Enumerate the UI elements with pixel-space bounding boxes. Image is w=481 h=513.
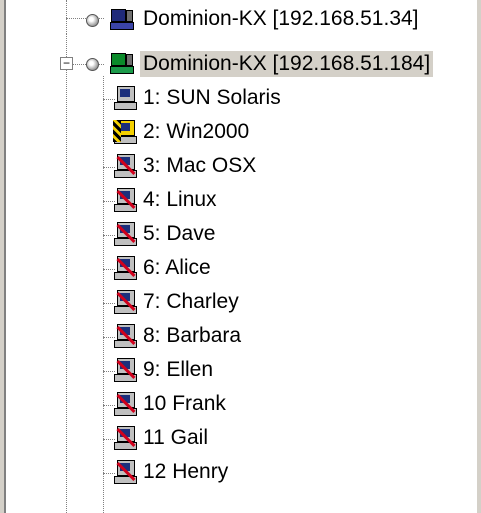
port-label[interactable]: 4: Linux	[140, 187, 220, 213]
port-label[interactable]: 1: SUN Solaris	[140, 85, 284, 111]
tree-node-port[interactable]: 10 Frank	[0, 387, 470, 421]
connection-node-icon	[86, 58, 99, 71]
tree-node-port[interactable]: 6: Alice	[0, 251, 470, 285]
device-label[interactable]: Dominion-KX [192.168.51.34]	[140, 6, 422, 32]
tree-node-port[interactable]: 7: Charley	[0, 285, 470, 319]
port-label[interactable]: 10 Frank	[140, 391, 229, 417]
tree-node-port[interactable]: 5: Dave	[0, 217, 470, 251]
computer-busy-icon	[113, 120, 137, 144]
port-label[interactable]: 6: Alice	[140, 255, 214, 281]
tree-node-port[interactable]: 1: SUN Solaris	[0, 81, 470, 115]
device-tree: Dominion-KX [192.168.51.34] − Dominion-K…	[0, 0, 481, 513]
computer-disconnected-icon	[113, 256, 137, 280]
tree-node-port[interactable]: 2: Win2000	[0, 115, 470, 149]
computer-disconnected-icon	[113, 426, 137, 450]
tree-node-device[interactable]: − Dominion-KX [192.168.51.184]	[0, 47, 470, 81]
computer-icon	[113, 86, 137, 110]
tree-node-port[interactable]: 11 Gail	[0, 421, 470, 455]
computer-disconnected-icon	[113, 154, 137, 178]
computer-disconnected-icon	[113, 324, 137, 348]
port-label[interactable]: 11 Gail	[140, 425, 211, 451]
tree-node-port[interactable]: 3: Mac OSX	[0, 149, 470, 183]
tree-node-device[interactable]: Dominion-KX [192.168.51.34]	[0, 2, 470, 36]
tree-node-port[interactable]: 12 Henry	[0, 455, 470, 489]
computer-disconnected-icon	[113, 222, 137, 246]
port-label[interactable]: 7: Charley	[140, 289, 242, 315]
computer-disconnected-icon	[113, 358, 137, 382]
tree-node-port[interactable]: 9: Ellen	[0, 353, 470, 387]
port-label[interactable]: 5: Dave	[140, 221, 218, 247]
port-label[interactable]: 8: Barbara	[140, 323, 244, 349]
connection-node-icon	[86, 14, 99, 27]
port-label[interactable]: 12 Henry	[140, 459, 231, 485]
computer-disconnected-icon	[113, 290, 137, 314]
computer-disconnected-icon	[113, 392, 137, 416]
computer-disconnected-icon	[113, 188, 137, 212]
port-label[interactable]: 9: Ellen	[140, 357, 216, 383]
dominion-device-icon	[110, 8, 134, 30]
tree-node-port[interactable]: 8: Barbara	[0, 319, 470, 353]
dominion-device-icon-active	[110, 52, 134, 74]
device-label[interactable]: Dominion-KX [192.168.51.184]	[140, 51, 434, 77]
tree-node-port[interactable]: 4: Linux	[0, 183, 470, 217]
port-label[interactable]: 3: Mac OSX	[140, 153, 259, 179]
port-label[interactable]: 2: Win2000	[140, 119, 252, 145]
collapse-toggle[interactable]: −	[60, 57, 73, 70]
computer-disconnected-icon	[113, 460, 137, 484]
